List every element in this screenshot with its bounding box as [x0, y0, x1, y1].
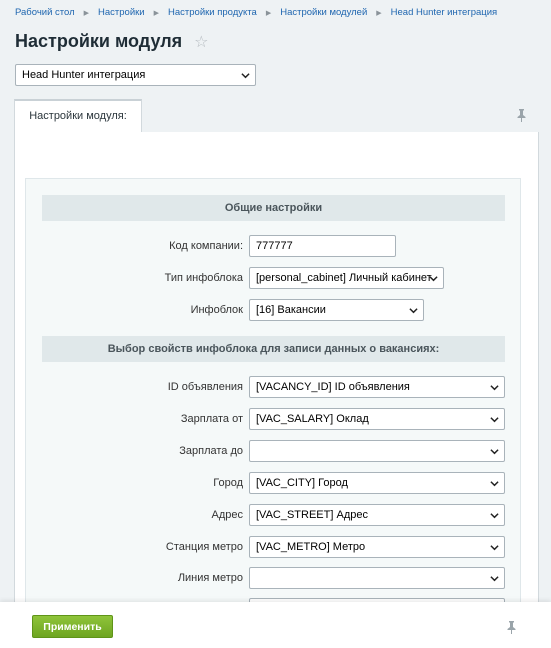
footer-bar: Применить — [0, 602, 551, 648]
field-label-city: Город — [213, 477, 243, 489]
company-code-input[interactable]: 777777 — [249, 235, 396, 257]
field-label-address: Адрес — [211, 509, 244, 521]
breadcrumb-separator-icon: ▶ — [265, 9, 272, 17]
section-heading-properties: Выбор свойств инфоблока для записи данны… — [42, 336, 505, 362]
chevron-down-icon — [490, 383, 499, 392]
module-select[interactable]: Head Hunter интеграция — [15, 64, 256, 86]
chevron-down-icon — [490, 511, 499, 520]
tab-module-settings[interactable]: Настройки модуля: — [14, 99, 142, 132]
iblock-label: Инфоблок — [190, 304, 243, 316]
field-select-metro-line[interactable] — [249, 567, 505, 589]
chevron-down-icon — [409, 306, 418, 315]
field-value: [VAC_STREET] Адрес — [256, 509, 368, 521]
field-select-salary-to[interactable] — [249, 440, 505, 462]
field-select-metro-station[interactable]: [VAC_METRO] Метро — [249, 536, 505, 558]
breadcrumb-item-desktop[interactable]: Рабочий стол — [15, 7, 75, 18]
iblock-value: [16] Вакансии — [256, 304, 326, 316]
field-select-salary-from[interactable]: [VAC_SALARY] Оклад — [249, 408, 505, 430]
pin-icon[interactable] — [516, 108, 527, 127]
field-select-vacancy-id[interactable]: [VACANCY_ID] ID объявления — [249, 376, 505, 398]
breadcrumb-item-current[interactable]: Head Hunter интеграция — [391, 7, 498, 18]
breadcrumb-separator-icon: ▶ — [153, 9, 160, 17]
field-label-salary-from: Зарплата от — [180, 413, 243, 425]
company-code-label: Код компании: — [169, 240, 243, 252]
iblock-type-select[interactable]: [personal_cabinet] Личный кабинет — [249, 267, 444, 289]
field-value: [VAC_SALARY] Оклад — [256, 413, 369, 425]
iblock-select[interactable]: [16] Вакансии — [249, 299, 424, 321]
page-title: Настройки модуля — [15, 31, 183, 51]
breadcrumb-item-product-settings[interactable]: Настройки продукта — [168, 7, 257, 18]
pin-icon[interactable] — [506, 620, 517, 639]
field-value: [VAC_METRO] Метро — [256, 541, 366, 553]
page-title-row: Настройки модуля ☆ — [15, 31, 209, 52]
company-code-value: 777777 — [256, 240, 293, 252]
chevron-down-icon — [490, 479, 499, 488]
favorite-star-icon[interactable]: ☆ — [194, 32, 208, 52]
chevron-down-icon — [490, 415, 499, 424]
chevron-down-icon — [241, 71, 250, 80]
field-label-metro-line: Линия метро — [177, 572, 243, 584]
field-label-vacancy-id: ID объявления — [167, 381, 243, 393]
chevron-down-icon — [490, 574, 499, 583]
field-select-address[interactable]: [VAC_STREET] Адрес — [249, 504, 505, 526]
module-select-value: Head Hunter интеграция — [22, 69, 146, 81]
chevron-down-icon — [429, 274, 438, 283]
field-value: [VAC_CITY] Город — [256, 477, 348, 489]
breadcrumb-separator-icon: ▶ — [83, 9, 90, 17]
field-select-city[interactable]: [VAC_CITY] Город — [249, 472, 505, 494]
iblock-type-label: Тип инфоблока — [164, 272, 243, 284]
iblock-type-value: [personal_cabinet] Личный кабинет — [256, 272, 432, 284]
chevron-down-icon — [490, 543, 499, 552]
breadcrumb-item-module-settings[interactable]: Настройки модулей — [280, 7, 367, 18]
breadcrumb-separator-icon: ▶ — [376, 9, 382, 17]
field-label-metro-station: Станция метро — [165, 541, 243, 553]
field-value: [VACANCY_ID] ID объявления — [256, 381, 410, 393]
tab-strip: Настройки модуля: — [14, 99, 539, 133]
chevron-down-icon — [490, 447, 499, 456]
section-heading-general: Общие настройки — [42, 195, 505, 221]
breadcrumb: Рабочий стол ▶ Настройки ▶ Настройки про… — [15, 7, 497, 18]
apply-button[interactable]: Применить — [32, 615, 113, 638]
breadcrumb-item-settings[interactable]: Настройки — [98, 7, 145, 18]
field-label-salary-to: Зарплата до — [179, 445, 243, 457]
